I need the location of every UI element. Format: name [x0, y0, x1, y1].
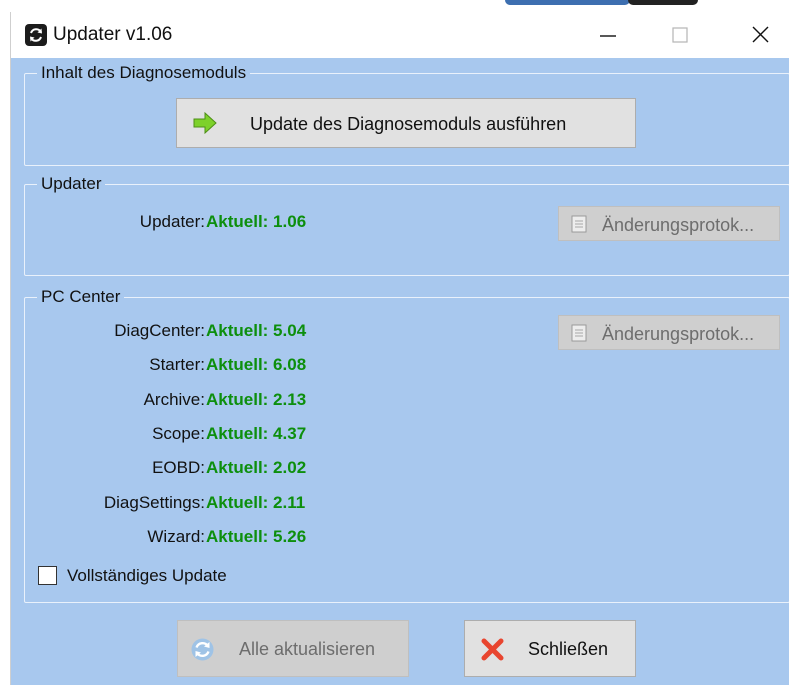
updater-legend: Updater [41, 174, 102, 193]
diagsettings-status: Aktuell: 2.11 [206, 493, 306, 512]
document-icon [571, 324, 587, 342]
close-icon [752, 26, 769, 43]
updater-label: Updater: [139, 212, 205, 231]
full-update-checkbox[interactable] [38, 566, 57, 585]
pc-center-legend: PC Center [41, 287, 121, 306]
wizard-status: Aktuell: 5.26 [206, 527, 307, 546]
updater-status: Aktuell: 1.06 [206, 212, 307, 231]
pc-center-changelog-button[interactable]: Änderungsprotok... [558, 315, 780, 350]
updater-window: Updater v1.06 Inhalt des Diagnosemoduls [10, 12, 789, 685]
refresh-icon [25, 24, 47, 46]
minimize-button[interactable] [577, 12, 637, 58]
full-update-label[interactable]: Vollständiges Update [67, 566, 227, 586]
eobd-label: EOBD: [152, 458, 205, 477]
starter-status: Aktuell: 6.08 [206, 355, 307, 374]
title-bar[interactable]: Updater v1.06 [11, 12, 789, 58]
update-module-label: Update des Diagnosemoduls ausführen [250, 114, 567, 134]
window-client-area: Inhalt des Diagnosemoduls Update des Dia… [11, 58, 789, 685]
archive-status: Aktuell: 2.13 [206, 390, 307, 409]
maximize-button[interactable] [650, 12, 710, 58]
maximize-icon [672, 27, 688, 43]
diagnose-module-legend: Inhalt des Diagnosemoduls [41, 63, 247, 82]
archive-label: Archive: [143, 390, 205, 409]
close-window-button[interactable] [731, 12, 789, 58]
taskbar-hint-blue [505, 0, 630, 5]
eobd-status: Aktuell: 2.02 [206, 458, 307, 477]
refresh-icon [191, 638, 214, 661]
diagsettings-label: DiagSettings: [103, 493, 205, 512]
wizard-label: Wizard: [147, 527, 205, 546]
desktop-top-strip [0, 0, 789, 12]
diagcenter-status: Aktuell: 5.04 [206, 321, 307, 340]
updater-changelog-button[interactable]: Änderungsprotok... [558, 206, 780, 241]
starter-label: Starter: [149, 355, 205, 374]
scope-label: Scope: [152, 424, 205, 443]
close-button[interactable]: Schließen [464, 620, 636, 677]
update-module-button[interactable]: Update des Diagnosemoduls ausführen [176, 98, 636, 148]
taskbar-hint-dark [628, 0, 698, 5]
close-x-icon [481, 638, 504, 661]
update-all-button[interactable]: Alle aktualisieren [177, 620, 409, 677]
update-all-label: Alle aktualisieren [239, 639, 376, 659]
minimize-icon [600, 35, 616, 37]
scope-status: Aktuell: 4.37 [206, 424, 307, 443]
close-label: Schließen [528, 639, 609, 659]
pc-center-changelog-label: Änderungsprotok... [602, 324, 755, 344]
document-icon [571, 215, 587, 233]
diagcenter-label: DiagCenter: [114, 321, 205, 340]
window-title: Updater v1.06 [53, 24, 173, 45]
updater-changelog-label: Änderungsprotok... [602, 215, 755, 235]
arrow-right-icon [193, 112, 217, 134]
